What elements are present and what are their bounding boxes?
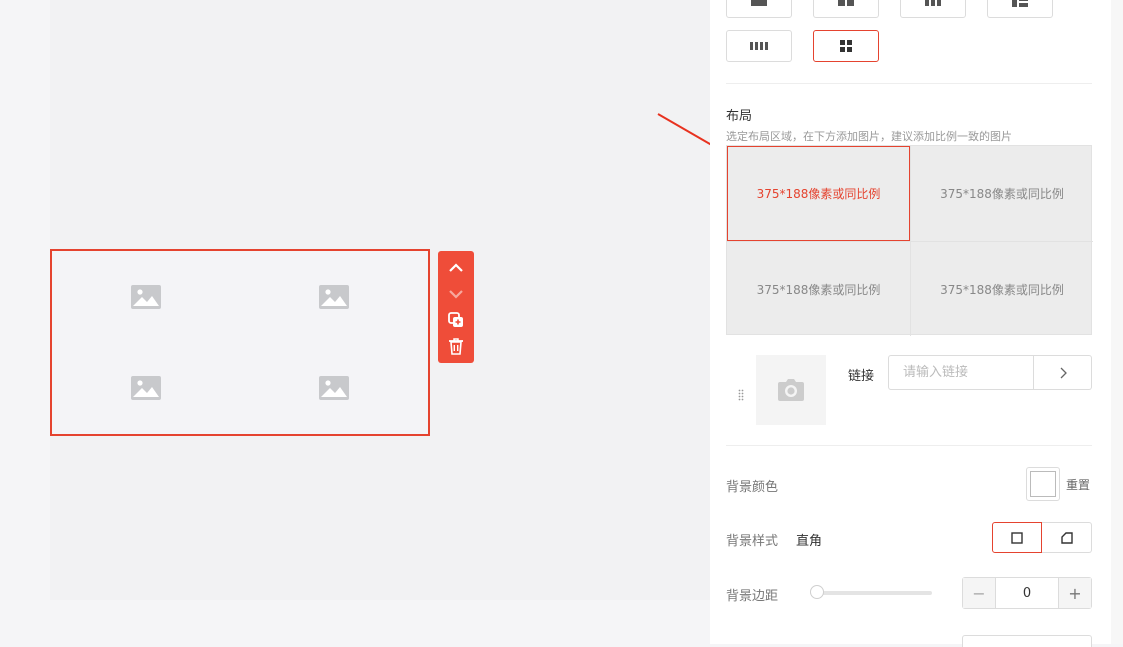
layout-cell-2[interactable]: 375*188像素或同比例 bbox=[910, 146, 1093, 241]
layout-three-column-icon bbox=[925, 0, 941, 6]
chevron-right-icon bbox=[1060, 367, 1067, 378]
layout-four-column-icon bbox=[750, 42, 768, 50]
image-placeholder-icon bbox=[319, 376, 349, 401]
square-corner-icon bbox=[1011, 531, 1023, 544]
editor-canvas bbox=[0, 0, 710, 644]
layout-cell-4[interactable]: 375*188像素或同比例 bbox=[910, 241, 1093, 336]
move-down-button[interactable] bbox=[438, 281, 474, 307]
layout-cell-1[interactable]: 375*188像素或同比例 bbox=[727, 146, 910, 241]
copy-button[interactable] bbox=[438, 307, 474, 333]
camera-icon bbox=[778, 379, 804, 401]
link-select-button[interactable] bbox=[1034, 355, 1092, 390]
layout-option-1[interactable] bbox=[726, 0, 792, 18]
layout-section-description: 选定布局区域，在下方添加图片，建议添加比例一致的图片 bbox=[726, 130, 1012, 143]
background-color-picker[interactable] bbox=[1026, 467, 1060, 501]
canvas-cell[interactable] bbox=[240, 343, 428, 435]
increment-button[interactable]: + bbox=[1058, 578, 1091, 608]
image-placeholder-icon bbox=[131, 284, 161, 309]
move-down-icon bbox=[449, 290, 463, 299]
rounded-corner-icon bbox=[1060, 531, 1073, 544]
style-rounded-button[interactable] bbox=[1042, 522, 1092, 553]
canvas-cell[interactable] bbox=[240, 251, 428, 343]
divider bbox=[726, 445, 1092, 446]
move-up-icon bbox=[449, 263, 463, 272]
block-toolbar bbox=[438, 251, 474, 363]
color-swatch-preview bbox=[1030, 471, 1056, 497]
delete-icon bbox=[449, 337, 463, 355]
margin-stepper: − 0 + bbox=[962, 577, 1092, 609]
layout-option-3[interactable] bbox=[900, 0, 966, 18]
layout-cell-3[interactable]: 375*188像素或同比例 bbox=[727, 241, 910, 336]
layout-left-right-icon bbox=[1012, 0, 1028, 7]
background-style-label: 背景样式 bbox=[726, 534, 779, 549]
copy-icon bbox=[448, 312, 463, 327]
layout-two-column-icon bbox=[838, 0, 854, 6]
background-color-reset[interactable]: 重置 bbox=[1066, 476, 1090, 493]
margin-slider-handle[interactable] bbox=[810, 585, 824, 599]
canvas-cell[interactable] bbox=[52, 343, 240, 435]
move-up-button[interactable] bbox=[438, 255, 474, 281]
layout-single-icon bbox=[751, 0, 767, 6]
link-input[interactable]: 请输入链接 bbox=[888, 355, 1034, 390]
layout-section-title: 布局 bbox=[726, 109, 753, 124]
image-grid-block[interactable] bbox=[50, 249, 430, 436]
panel-scrollbar[interactable] bbox=[1111, 0, 1123, 644]
drag-handle-icon[interactable] bbox=[738, 389, 744, 401]
settings-panel: 布局 选定布局区域，在下方添加图片，建议添加比例一致的图片 375*188像素或… bbox=[710, 0, 1123, 647]
divider bbox=[726, 83, 1092, 84]
layout-option-5[interactable] bbox=[726, 30, 792, 62]
layout-grid-icon bbox=[840, 40, 852, 52]
layout-grid: 375*188像素或同比例 375*188像素或同比例 375*188像素或同比… bbox=[726, 145, 1093, 336]
image-placeholder-icon bbox=[319, 284, 349, 309]
layout-option-6[interactable] bbox=[813, 30, 879, 62]
image-placeholder-icon bbox=[131, 376, 161, 401]
margin-value[interactable]: 0 bbox=[996, 578, 1058, 608]
margin-slider-track[interactable] bbox=[818, 591, 932, 595]
background-margin-label: 背景边距 bbox=[726, 589, 779, 604]
image-upload[interactable] bbox=[756, 355, 826, 425]
background-style-value: 直角 bbox=[796, 534, 823, 549]
layout-option-2[interactable] bbox=[813, 0, 879, 18]
link-label: 链接 bbox=[848, 369, 875, 384]
background-color-label: 背景颜色 bbox=[726, 480, 779, 495]
delete-button[interactable] bbox=[438, 333, 474, 359]
canvas-cell[interactable] bbox=[52, 251, 240, 343]
layout-option-4[interactable] bbox=[987, 0, 1053, 18]
next-stepper-partial bbox=[962, 635, 1092, 647]
style-square-button[interactable] bbox=[992, 522, 1042, 553]
decrement-button[interactable]: − bbox=[963, 578, 996, 608]
